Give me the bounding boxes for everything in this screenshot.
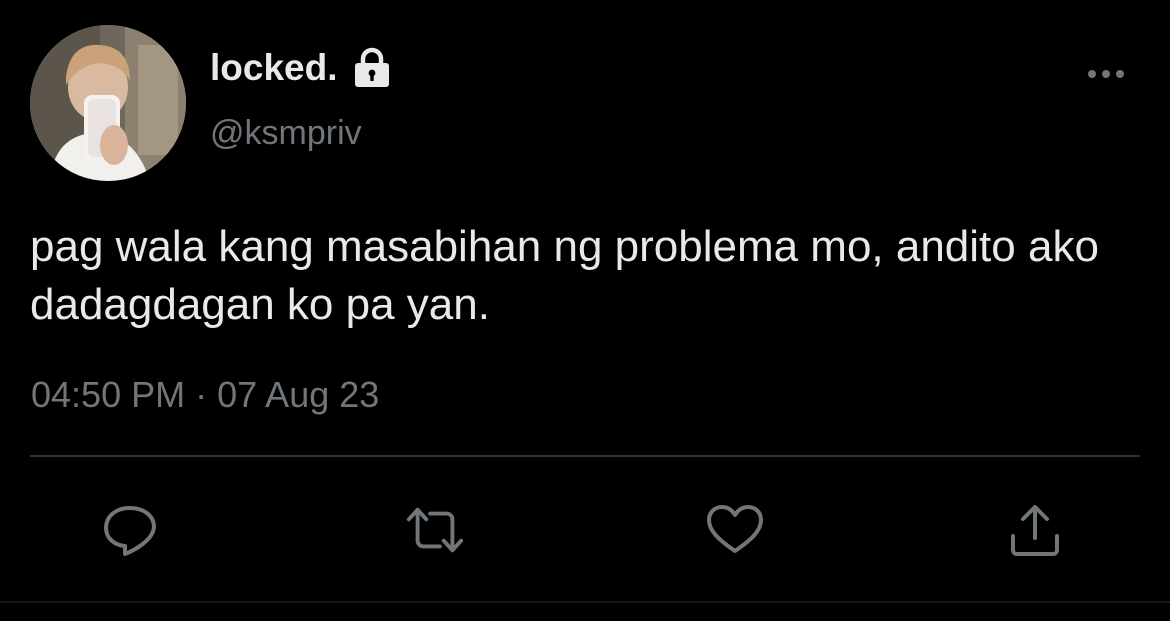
user-handle[interactable]: @ksmpriv [210, 114, 362, 153]
share-icon [1011, 505, 1059, 556]
display-name-row[interactable]: locked. [210, 44, 392, 92]
display-name[interactable]: locked. [210, 47, 338, 89]
heart-icon [707, 505, 763, 553]
reply-icon [104, 506, 156, 556]
reply-button[interactable] [100, 500, 160, 560]
bottom-divider [0, 601, 1170, 603]
tweet-date[interactable]: 07 Aug 23 [217, 374, 379, 415]
retweet-icon [406, 507, 464, 553]
meta-separator: · [195, 374, 208, 415]
more-horizontal-icon [1088, 70, 1124, 78]
avatar-photo [30, 25, 186, 181]
like-button[interactable] [705, 500, 765, 560]
more-options-button[interactable] [1082, 62, 1130, 86]
tweet-timestamp[interactable]: 04:50 PM · 07 Aug 23 [31, 374, 379, 416]
divider [30, 455, 1140, 457]
retweet-button[interactable] [405, 500, 465, 560]
lock-icon [352, 47, 392, 89]
tweet-time[interactable]: 04:50 PM [31, 374, 185, 415]
tweet-card: locked. @ksmpriv pag wala kang masabihan… [0, 0, 1170, 621]
avatar[interactable] [30, 25, 186, 181]
tweet-text: pag wala kang masabihan ng problema mo, … [30, 222, 1099, 329]
share-button[interactable] [1005, 500, 1065, 560]
